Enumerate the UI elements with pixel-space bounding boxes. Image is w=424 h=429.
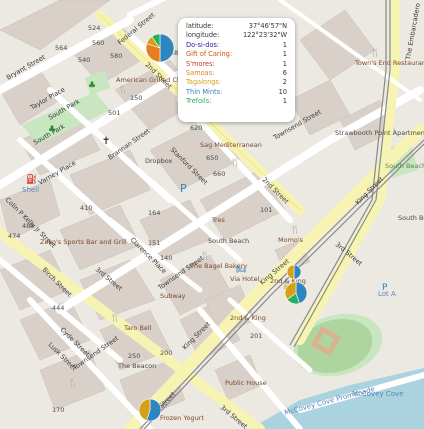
popup-cookie-value: 6 [282,68,287,77]
popup-cookie-value: 1 [282,59,287,68]
house-number: 524 [88,24,100,32]
house-number: 474 [8,232,20,240]
house-number: 140 [160,254,172,262]
house-number: 200 [160,349,172,357]
fuel-icon: ⛽ [26,173,37,185]
cookie-pie-marker-bottom[interactable] [138,398,162,422]
poi-south-beach-park: South Beach Park [385,162,424,170]
restaurant-icon: 🍴 [230,157,240,167]
popup-cookie-value: 10 [278,87,287,96]
popup-latitude-value: 37°46'57"N [248,22,287,30]
house-number: 410 [80,204,92,212]
poi-frozen: Frozen Yogurt [160,414,204,422]
popup-cookie-rows: Do-si-dos: 1 Gift of Caring: 1 S'mores: 1 Samo… [186,41,287,107]
restaurant-icon: 🍴 [200,250,210,260]
popup-cookie-label: S'mores: [186,59,215,68]
poi-towns-end: Town's End Restaurant & Bakery [354,59,424,67]
hotel-icon: 🛏 [236,265,246,274]
popup-cookie-label: Do-si-dos: [186,40,220,49]
popup-cookie-row: Thin Mints: 10 [186,88,287,97]
popup-cookie-label: Samoas: [186,68,215,77]
house-number: 444 [52,304,64,312]
house-number: 151 [148,239,160,247]
house-number: 560 [92,39,104,47]
poi-strawbooth: Strawbooth Point Apartments [335,129,424,137]
popup-cookie-value: 1 [282,97,287,106]
poi-second-king2: 2nd & King [230,314,266,322]
water-label-mccovey-cove: McCovey Cove [352,390,404,398]
house-number: 170 [52,406,64,414]
poi-dropbox: Dropbox [145,157,173,165]
house-number: 660 [213,170,225,178]
poi-sag: Sag Mediterranean [200,141,262,149]
popup-longitude-value: 122°23'32"W [242,31,287,40]
house-number: 620 [190,124,202,132]
poi-south-beach-harbor: South Beach Harbor building [398,214,424,222]
church-icon: ✝ [102,136,110,147]
popup-cookie-row: Samoas: 6 [186,69,287,78]
house-number: 150 [130,94,142,102]
popup-cookie-label: Thin Mints: [186,87,223,96]
restaurant-icon: 🍴 [68,377,78,387]
poi-zeko: Zeko's Sports Bar and Grill [40,238,127,246]
poi-south-beach: South Beach [208,237,249,245]
playground-icon: ♣ [48,125,56,135]
parking-icon: P [180,182,187,195]
popup-longitude-label: longitude: [186,31,220,40]
house-number: 480 [22,222,34,230]
poi-the-beacon: The Beacon [117,362,156,370]
popup-cookie-row: Do-si-dos: 1 [186,41,287,50]
house-number: 650 [206,154,218,162]
restaurant-icon: 🍴 [118,84,128,94]
house-number: 564 [55,44,67,52]
popup-cookie-value: 1 [282,40,287,49]
parking-icon: P [382,283,388,293]
popup-longitude-row: longitude: 122°23'32"W [186,31,287,40]
house-number: 580 [110,52,122,60]
poi-tarro: Taro Bell [123,324,152,332]
cookie-pie-marker-right[interactable] [284,281,308,305]
poi-momos: Momo's [278,236,304,244]
restaurant-icon: 🍴 [110,312,120,322]
poi-via-hotel: Via Hotel [230,275,260,283]
popup-cookie-label: Tagalongs: [186,78,222,87]
house-number: 501 [108,109,120,117]
house-number: 540 [78,56,90,64]
house-number: 201 [250,332,262,340]
poi-subway: Subway [160,292,186,300]
house-number: 250 [128,352,140,360]
popup-cookie-row: Trefoils: 1 [186,97,287,106]
poi-shell: Shell [22,186,39,194]
popup-cookie-value: 1 [282,50,287,59]
popup-cookie-label: Gift of Caring: [186,50,233,59]
poi-public-house: Public House [225,379,267,387]
restaurant-icon: 🍴 [290,224,300,234]
house-number: 101 [260,206,272,214]
popup-latitude-row: latitude: 37°46'57"N [186,22,287,31]
playground-icon: ♣ [88,81,96,91]
info-popup[interactable]: latitude: 37°46'57"N longitude: 122°23'3… [178,18,295,122]
poi-tres: Tres [211,216,226,224]
popup-cookie-row: S'mores: 1 [186,60,287,69]
popup-cookie-label: Trefoils: [186,97,212,106]
cookie-pie-marker-top[interactable] [145,33,175,63]
popup-latitude-label: latitude: [186,22,214,30]
popup-cookie-value: 2 [282,78,287,87]
popup-cookie-row: Tagalongs: 2 [186,78,287,87]
house-number: 164 [148,209,160,217]
popup-cookie-row: Gift of Caring: 1 [186,50,287,59]
cookie-pie-marker-right-small[interactable] [286,264,302,280]
restaurant-icon: 🍴 [370,47,380,57]
